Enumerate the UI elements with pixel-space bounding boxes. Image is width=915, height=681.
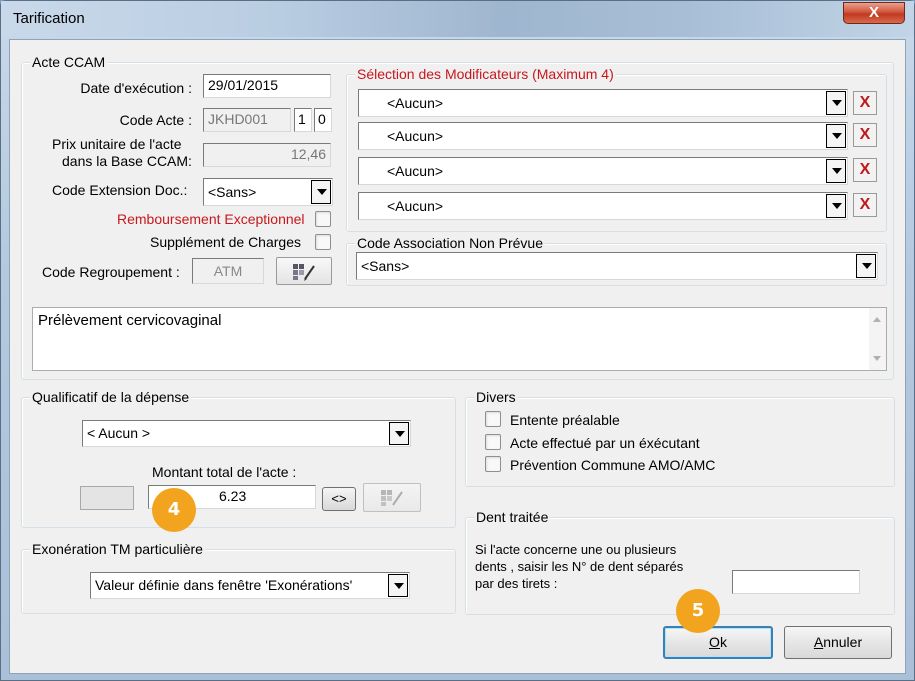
- divers-legend: Divers: [474, 389, 518, 405]
- code-acte-part3[interactable]: 0: [314, 108, 332, 132]
- qualificatif-value: < Aucun >: [87, 425, 151, 441]
- prix-label-line2: dans la Base CCAM:: [62, 153, 192, 169]
- modificateur-combo-1[interactable]: <Aucun>: [358, 89, 848, 117]
- dialog-body: Acte CCAM Date d'exécution : 29/01/2015 …: [9, 39, 906, 674]
- modificateur-value-1: <Aucun>: [387, 95, 444, 111]
- remove-modificateur-3-button[interactable]: X: [853, 158, 877, 182]
- ext-combo[interactable]: <Sans>: [203, 178, 333, 206]
- modificateur-value-3: <Aucun>: [387, 163, 444, 179]
- close-button[interactable]: X: [843, 2, 905, 24]
- prevention-checkbox[interactable]: [485, 456, 501, 472]
- window-title: Tarification: [13, 10, 85, 27]
- date-input[interactable]: 29/01/2015: [203, 74, 331, 98]
- supplement-label: Supplément de Charges: [150, 234, 301, 250]
- modificateur-combo-3[interactable]: <Aucun>: [358, 157, 848, 185]
- scroll-down-icon[interactable]: [873, 356, 881, 361]
- step-badge-4: 4: [152, 488, 196, 532]
- modificateur-value-2: <Aucun>: [387, 128, 444, 144]
- montant-label: Montant total de l'acte :: [152, 464, 297, 480]
- chevron-down-icon[interactable]: [311, 180, 331, 204]
- chevron-down-icon[interactable]: [826, 194, 846, 218]
- regroup-calculator-button[interactable]: [276, 257, 332, 285]
- entente-label: Entente préalable: [510, 412, 620, 428]
- modificateur-combo-2[interactable]: <Aucun>: [358, 122, 848, 150]
- scroll-up-icon[interactable]: [873, 317, 881, 322]
- executant-label: Acte effectué par un éxécutant: [510, 435, 700, 451]
- remove-modificateur-2-button[interactable]: X: [853, 123, 877, 147]
- ext-combo-value: <Sans>: [208, 184, 257, 200]
- calculator-edit-icon: [381, 490, 403, 506]
- prix-input[interactable]: 12,46: [203, 143, 331, 167]
- code-acte-input[interactable]: JKHD001: [203, 108, 291, 132]
- ok-mnemonic: O: [709, 634, 720, 650]
- regroup-label: Code Regroupement :: [42, 264, 180, 280]
- chevron-down-icon[interactable]: [826, 124, 846, 148]
- cancel-label-rest: nnuler: [823, 634, 863, 650]
- rembours-checkbox[interactable]: [315, 211, 331, 227]
- ok-button[interactable]: Ok: [663, 626, 773, 659]
- supplement-checkbox[interactable]: [315, 234, 331, 250]
- chevron-down-icon[interactable]: [826, 91, 846, 115]
- modificateur-combo-4[interactable]: <Aucun>: [358, 192, 848, 220]
- chevron-down-icon[interactable]: [388, 574, 408, 597]
- prix-label-line1: Prix unitaire de l'acte: [52, 136, 182, 152]
- regroup-input[interactable]: ATM: [192, 258, 264, 284]
- description-textarea[interactable]: Prélèvement cervicovaginal: [32, 307, 887, 371]
- qualificatif-combo[interactable]: < Aucun >: [82, 420, 411, 447]
- exoneration-legend: Exonération TM particulière: [30, 541, 205, 557]
- calculator-edit-icon: [293, 264, 315, 281]
- dialog-window: Tarification X Acte CCAM Date d'exécutio…: [0, 0, 915, 681]
- dent-instruction-line2: dents , saisir les N° de dent séparés: [475, 559, 684, 574]
- description-text: Prélèvement cervicovaginal: [38, 312, 222, 329]
- ext-label: Code Extension Doc.:: [52, 182, 188, 198]
- exoneration-combo[interactable]: Valeur définie dans fenêtre 'Exonération…: [90, 572, 410, 599]
- modificateur-value-4: <Aucun>: [387, 198, 444, 214]
- cancel-button[interactable]: Annuler: [784, 626, 892, 659]
- association-legend: Code Association Non Prévue: [355, 235, 545, 251]
- cancel-mnemonic: A: [813, 634, 824, 650]
- chevron-down-icon[interactable]: [826, 159, 846, 183]
- dent-legend: Dent traitée: [474, 509, 551, 525]
- executant-checkbox[interactable]: [485, 434, 501, 450]
- ok-label-rest: k: [719, 634, 727, 650]
- code-acte-label: Code Acte :: [119, 112, 192, 128]
- acte-ccam-legend: Acte CCAM: [30, 54, 108, 70]
- title-bar[interactable]: Tarification X: [1, 1, 914, 37]
- date-label: Date d'exécution :: [80, 80, 192, 96]
- exoneration-value: Valeur définie dans fenêtre 'Exonération…: [95, 577, 353, 593]
- montant-color-box: [80, 486, 134, 510]
- modificateurs-legend: Sélection des Modificateurs (Maximum 4): [355, 66, 616, 82]
- qualificatif-legend: Qualificatif de la dépense: [30, 389, 192, 405]
- code-acte-part2[interactable]: 1: [294, 108, 312, 132]
- dent-input[interactable]: [732, 570, 860, 594]
- prevention-label: Prévention Commune AMO/AMC: [510, 457, 716, 473]
- montant-toggle-button[interactable]: <>: [322, 487, 356, 511]
- rembours-label: Remboursement Exceptionnel: [117, 211, 305, 227]
- description-scrollbar[interactable]: [869, 308, 886, 370]
- remove-modificateur-4-button[interactable]: X: [853, 193, 877, 217]
- montant-calculator-button[interactable]: [363, 483, 421, 512]
- entente-checkbox[interactable]: [485, 411, 501, 427]
- chevron-down-icon[interactable]: [389, 422, 409, 445]
- association-combo[interactable]: <Sans>: [356, 252, 878, 280]
- remove-modificateur-1-button[interactable]: X: [853, 91, 877, 115]
- association-value: <Sans>: [361, 258, 410, 274]
- dent-instruction-line3: par des tirets :: [475, 576, 558, 591]
- dent-instruction-line1: Si l'acte concerne une ou plusieurs: [475, 542, 677, 557]
- step-badge-5: 5: [676, 589, 720, 633]
- chevron-down-icon[interactable]: [856, 254, 876, 278]
